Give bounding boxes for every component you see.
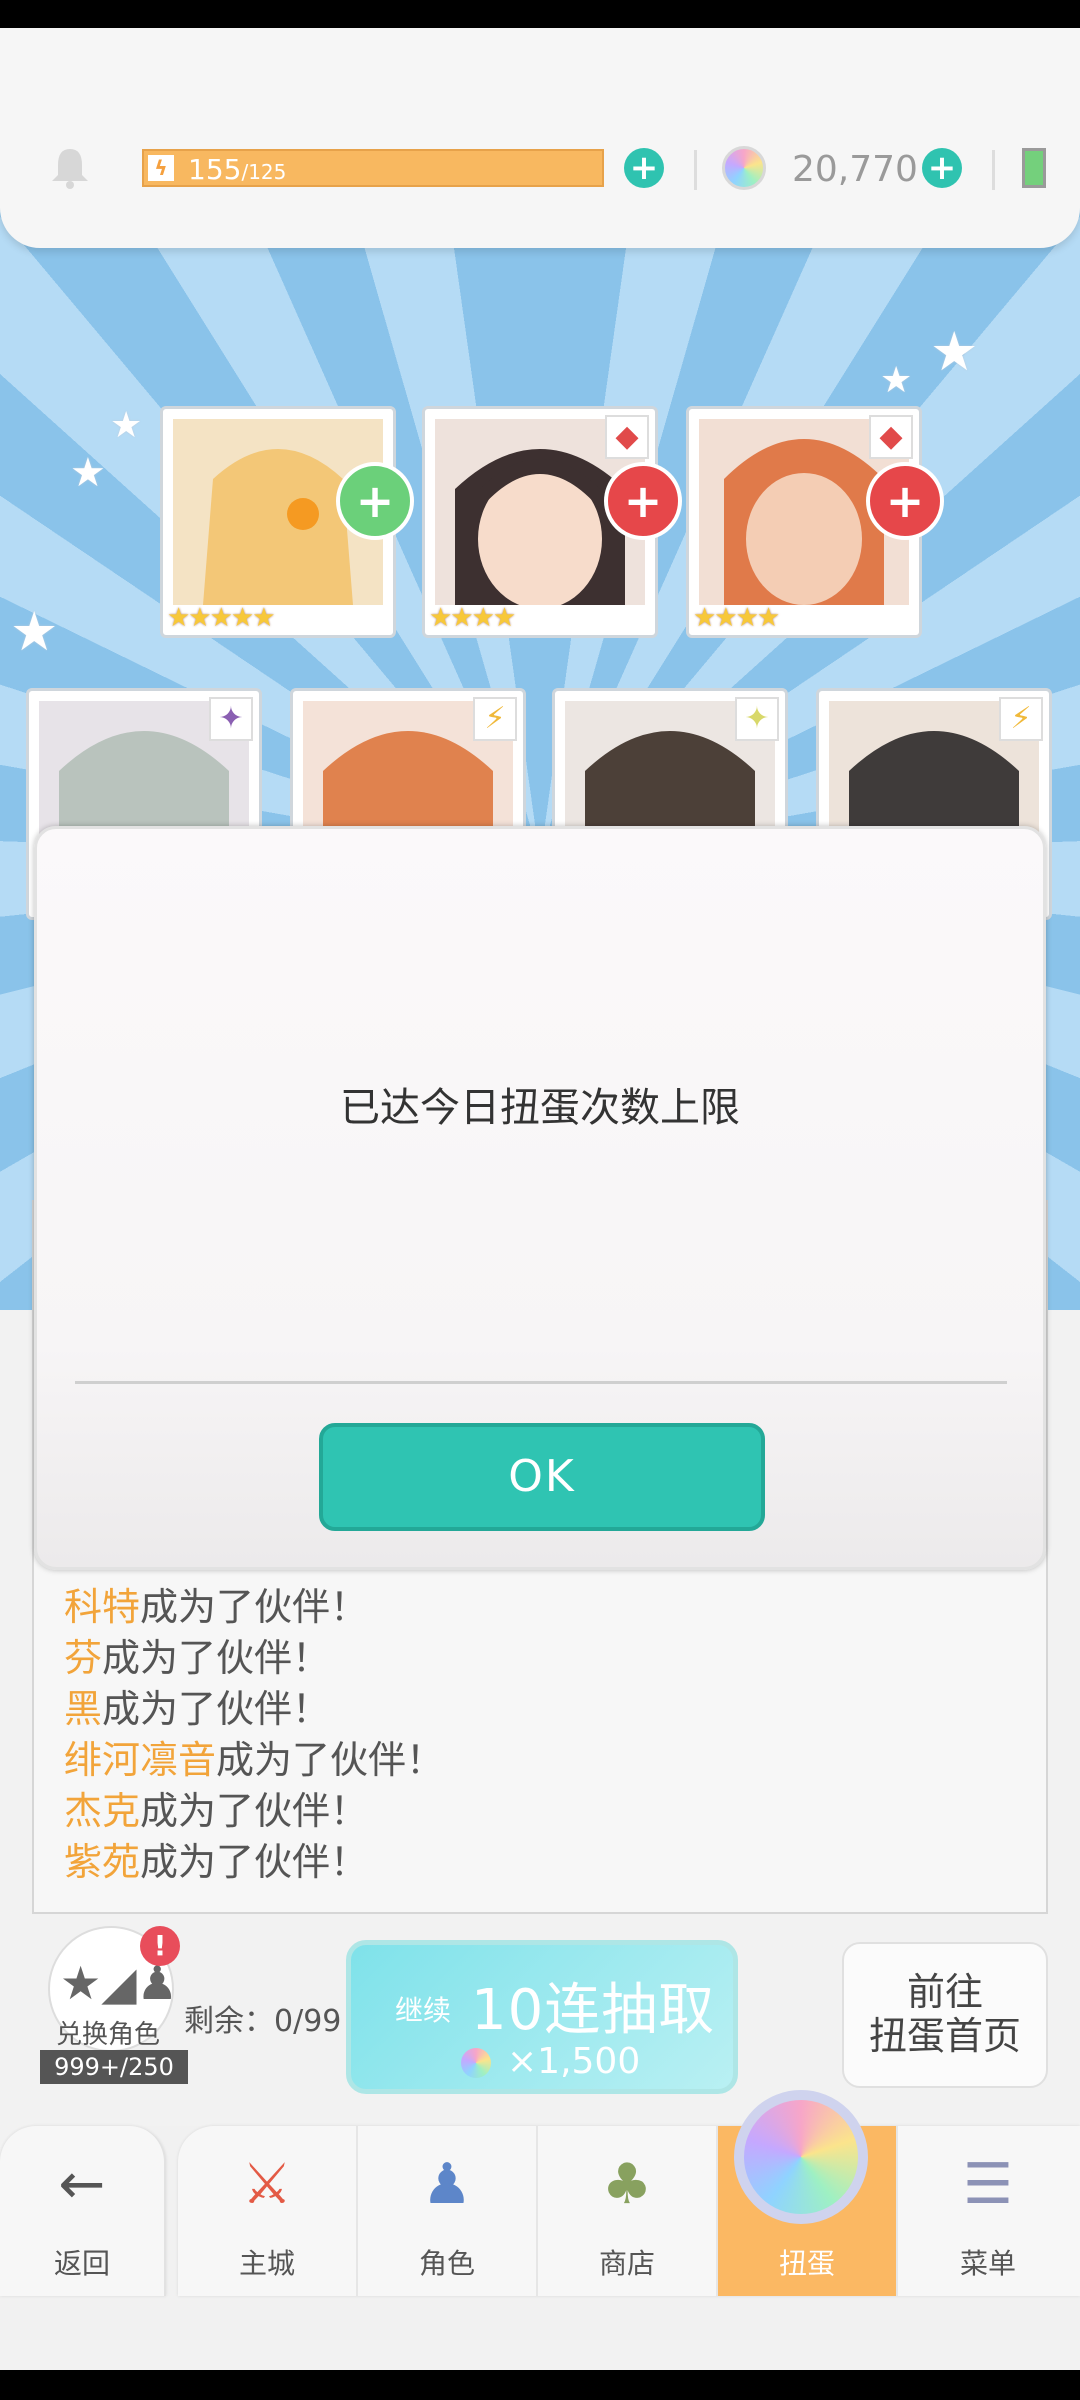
tab-menu[interactable]: ☰ 菜单 xyxy=(898,2126,1078,2296)
back-arrow-icon: ← xyxy=(58,2152,106,2217)
gem-icon xyxy=(461,2048,491,2078)
rarity-stars: ★★★★★ xyxy=(167,603,276,633)
goto-line2: 扭蛋首页 xyxy=(868,2014,1021,2058)
continue-label: 继续 xyxy=(395,1994,452,2027)
result-text: 成为了伙伴！ xyxy=(102,1687,331,1731)
character-name: 紫苑 xyxy=(64,1840,141,1884)
list-item: 黑成为了伙伴！ xyxy=(64,1684,444,1735)
dialog-divider xyxy=(75,1381,1007,1384)
pull-10-label: 10连抽取 xyxy=(471,1978,716,2043)
result-text: 成为了伙伴！ xyxy=(102,1636,331,1680)
pull-10-button[interactable]: 继续 10连抽取 ×1,500 xyxy=(346,1940,738,2094)
add-gems-button[interactable]: + xyxy=(922,148,962,188)
gem-icon xyxy=(722,146,766,190)
element-orb-icon: + xyxy=(336,462,414,540)
list-item: 紫苑成为了伙伴！ xyxy=(64,1837,444,1888)
decor-star-icon: ★ xyxy=(110,405,143,446)
tab-label: 扭蛋 xyxy=(778,2247,835,2280)
shop-bag-icon: ♣ xyxy=(601,2152,653,2217)
divider xyxy=(992,150,995,190)
rarity-stars: ★★★★ xyxy=(429,603,516,633)
gacha-orb-icon xyxy=(734,2090,868,2224)
element-badge-icon: ⚡ xyxy=(473,697,517,741)
character-name: 科特 xyxy=(64,1585,141,1629)
stamina-bar: ϟ 155/125 xyxy=(142,149,604,187)
system-navigation-bar xyxy=(0,2370,1080,2400)
pull-cost-value: ×1,500 xyxy=(507,2041,641,2082)
character-name: 芬 xyxy=(64,1636,103,1680)
element-badge-icon: ◆ xyxy=(869,415,913,459)
top-resource-bar: ϟ 155/125 + 20,770 + xyxy=(0,28,1080,248)
gem-count: 20,770 xyxy=(792,149,918,190)
character-name: 杰克 xyxy=(64,1789,141,1833)
ok-button[interactable]: OK xyxy=(319,1423,765,1531)
nav-tabs: ⚔ 主城 ♟ 角色 ♣ 商店 扭蛋 ☰ 菜单 xyxy=(178,2126,1080,2296)
bell-icon[interactable] xyxy=(48,145,92,189)
menu-list-icon: ☰ xyxy=(962,2152,1014,2217)
character-name: 绯河凛音 xyxy=(64,1738,217,1782)
tab-label: 主城 xyxy=(238,2247,295,2280)
add-stamina-button[interactable]: + xyxy=(624,148,664,188)
lightning-icon: ϟ xyxy=(148,155,174,181)
tab-label: 菜单 xyxy=(959,2247,1016,2280)
system-status-bar xyxy=(0,0,1080,28)
result-text: 成为了伙伴！ xyxy=(140,1585,369,1629)
tab-label: 商店 xyxy=(598,2247,655,2280)
pull-cost: ×1,500 xyxy=(461,2041,640,2082)
decor-star-icon: ★ xyxy=(70,450,106,496)
tab-main-city[interactable]: ⚔ 主城 xyxy=(178,2126,358,2296)
dialog-message: 已达今日扭蛋次数上限 xyxy=(340,1085,740,1131)
character-icon: ♟ xyxy=(421,2152,473,2217)
exchange-character-button[interactable]: ★◢♟ ! 兑换角色 999+/250 xyxy=(40,1926,200,2086)
back-label: 返回 xyxy=(53,2247,110,2280)
stamina-current: 155 xyxy=(188,153,242,186)
stamina-max: /125 xyxy=(241,160,287,184)
list-item: 芬成为了伙伴！ xyxy=(64,1633,444,1684)
element-badge-icon: ◆ xyxy=(605,415,649,459)
exchange-label: 兑换角色 xyxy=(56,2020,161,2050)
element-badge-icon: ⚡ xyxy=(999,697,1043,741)
divider xyxy=(694,150,697,190)
list-item: 杰克成为了伙伴！ xyxy=(64,1786,444,1837)
rarity-stars: ★★★★ xyxy=(693,603,780,633)
battery-icon xyxy=(1022,148,1046,188)
character-name: 黑 xyxy=(64,1687,103,1731)
goto-line1: 前往 xyxy=(906,1970,983,2014)
tab-label: 角色 xyxy=(418,2247,475,2280)
exchange-count: 999+/250 xyxy=(40,2050,188,2084)
list-item: 科特成为了伙伴！ xyxy=(64,1582,444,1633)
decor-star-icon: ★ xyxy=(10,600,59,663)
result-text: 成为了伙伴！ xyxy=(216,1738,445,1782)
tab-characters[interactable]: ♟ 角色 xyxy=(358,2126,538,2296)
element-badge-icon: ✦ xyxy=(209,697,253,741)
decor-star-icon: ★ xyxy=(930,320,979,383)
goto-gacha-home-button[interactable]: 前往 扭蛋首页 xyxy=(842,1942,1048,2088)
list-item: 绯河凛音成为了伙伴！ xyxy=(64,1735,444,1786)
element-badge-icon: ✦ xyxy=(735,697,779,741)
stamina-value: 155/125 xyxy=(188,153,286,189)
bottom-navigation: ← 返回 ⚔ 主城 ♟ 角色 ♣ 商店 扭蛋 ☰ 菜单 xyxy=(0,2126,1080,2340)
back-button[interactable]: ← 返回 xyxy=(0,2126,166,2296)
main-city-icon: ⚔ xyxy=(241,2152,293,2217)
element-orb-icon: + xyxy=(866,462,944,540)
remaining-pulls: 剩余：0/99 xyxy=(184,2004,342,2039)
limit-reached-dialog: 已达今日扭蛋次数上限 OK xyxy=(34,826,1046,1570)
result-text: 成为了伙伴！ xyxy=(140,1840,369,1884)
result-text: 成为了伙伴！ xyxy=(140,1789,369,1833)
tab-shop[interactable]: ♣ 商店 xyxy=(538,2126,718,2296)
alert-badge-icon: ! xyxy=(140,1926,180,1966)
decor-star-icon: ★ xyxy=(880,360,913,401)
element-orb-icon: + xyxy=(604,462,682,540)
